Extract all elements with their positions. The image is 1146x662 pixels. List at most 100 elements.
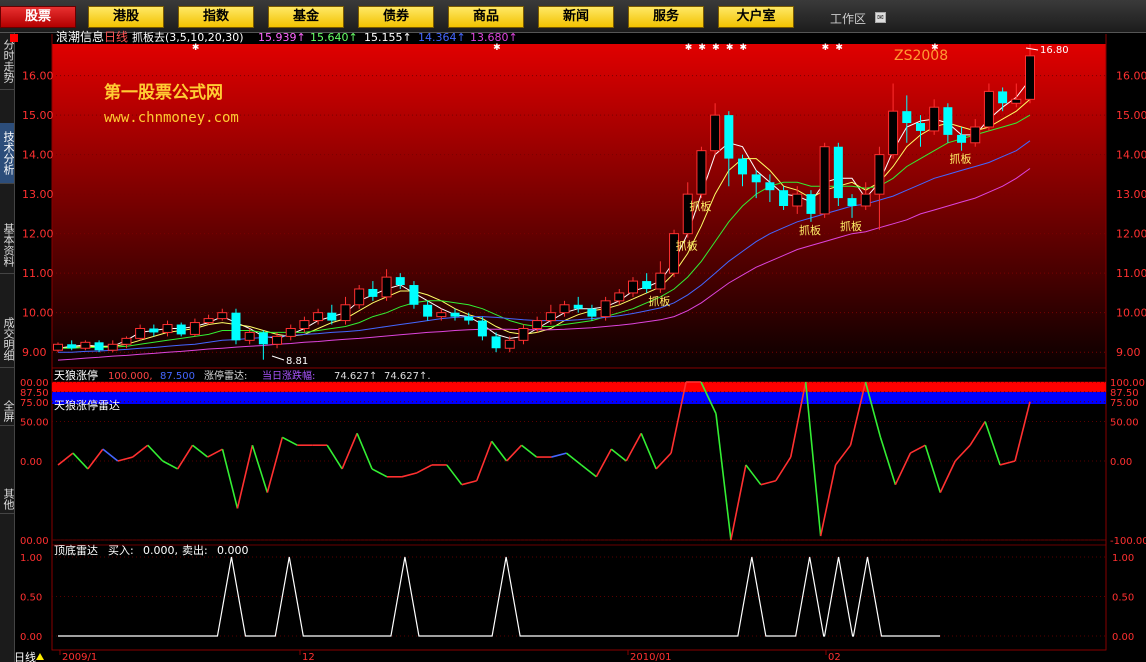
signal-star: ✱ [835,43,843,53]
bottom-tick-left: 1.00 [20,553,42,564]
candle-body [573,304,583,309]
candle-body [957,134,967,143]
bottom-tick-left: 0.00 [20,632,42,643]
candle-body [162,324,173,333]
signal-star: ✱ [698,43,706,53]
candle-body [176,324,186,335]
candle-body [943,107,953,135]
zs-badge: ZS2008 [894,48,948,64]
price-tick-left: 15.00 [22,109,54,122]
signal-star: ✱ [192,43,200,53]
candle-body [738,158,748,175]
candle-body [696,150,707,195]
candle-body [970,126,981,144]
candle-body [368,288,378,297]
candle-body [149,328,159,333]
watermark-url: www.chnmoney.com [104,110,239,126]
radar-tick-left: 50.00 [20,418,49,429]
radar-sub-label-2: 当日涨跌幅: [262,369,315,382]
candle-body [67,344,77,349]
candle-body [423,304,433,317]
radar-tick-right: 75.00 [1110,398,1139,409]
radar-sub-label: 涨停雷达: [204,369,247,382]
candle-body [381,276,392,298]
bottom-tick-right: 0.50 [1112,593,1134,604]
period-up-icon[interactable] [36,653,44,660]
radar-tick-right: -100.00 [1110,536,1146,547]
candle-body [1025,55,1035,100]
buy-label: 买入: [108,544,134,557]
radar-value-2: 87.500 [160,371,195,382]
candle-body [464,316,474,321]
price-tick-left: 11.00 [22,267,54,280]
candle-body [806,194,816,214]
x-date-label: 2010/01 [630,652,672,662]
candle-body [792,193,803,207]
radar-value-3: 74.627↑ [334,371,377,382]
sell-label: 卖出: [182,543,208,557]
candle-body [313,312,324,322]
candle-body [409,285,419,305]
radar-tick-right: 0.00 [1110,457,1132,468]
chart-period: 日线 [104,30,128,44]
signal-label: 抓板 [648,294,670,308]
candle-body [902,111,912,124]
candle-body [779,190,789,206]
candle-body [272,335,283,345]
candle-body [285,327,296,337]
candle-body [135,327,146,339]
candle-body [203,318,214,324]
radar-band-blue [52,392,1106,404]
candle-body [244,331,255,341]
radar-tick-right: 50.00 [1110,418,1139,429]
candle-body [217,312,228,320]
candle-body [340,304,351,322]
price-tick-right: 13.00 [1116,188,1146,201]
price-tick-right: 15.00 [1116,109,1146,122]
stock-chart-area[interactable]: 16.00 16.00 15.00 15.00 14.00 14.00 13.00 13.00… [0,0,1146,662]
signal-label: 抓板 [950,152,972,166]
stock-name: 浪潮信息 [56,29,104,44]
candle-body [874,154,885,195]
candle-body [450,312,460,317]
candle-body [491,336,501,349]
indicator-name: 抓板去(3,5,10,20,30) [132,30,244,44]
watermark-title: 第一股票公式网 [104,82,223,103]
candle-body [545,312,556,322]
price-tick-right: 10.00 [1116,307,1146,320]
candle-body [833,146,843,199]
candle-body [587,308,597,317]
price-tick-left: 14.00 [22,149,54,162]
candle-body [504,339,515,349]
price-tick-left: 16.00 [22,70,54,83]
candle-body [354,288,365,306]
candle-body [642,281,652,289]
panel-corner-icon[interactable] [10,34,18,42]
candle-body [477,320,487,337]
candle-body [983,90,994,128]
radar-inner-label: 天狼涨停雷达 [54,398,120,412]
price-tick-left: 13.00 [22,188,54,201]
candle-body [395,277,405,286]
signal-label: 抓板 [689,199,711,213]
candle-body [724,115,734,159]
candle-body [847,198,857,206]
sell-value: 0.000 [217,544,249,557]
candle-body [532,320,543,329]
signal-label: 抓板 [676,239,698,253]
x-date-label: 02 [828,652,841,662]
signal-star: ✱ [740,43,748,53]
radar-panel-background [51,381,1107,541]
radar-title: 天狼涨停 [54,368,98,382]
candle-body [614,292,625,302]
period-selector[interactable]: 日线 [14,650,36,662]
radar-tick-left: 00.00 [20,536,49,547]
candle-body [231,312,241,341]
price-tick-right: 12.00 [1116,228,1146,241]
candle-body [94,342,104,351]
signal-star: ✱ [685,43,693,53]
bottom-tick-left: 0.50 [20,593,42,604]
signal-star: ✱ [726,43,734,53]
ma20-value: 14.364↑ [418,31,466,44]
candle-body [1011,98,1022,104]
